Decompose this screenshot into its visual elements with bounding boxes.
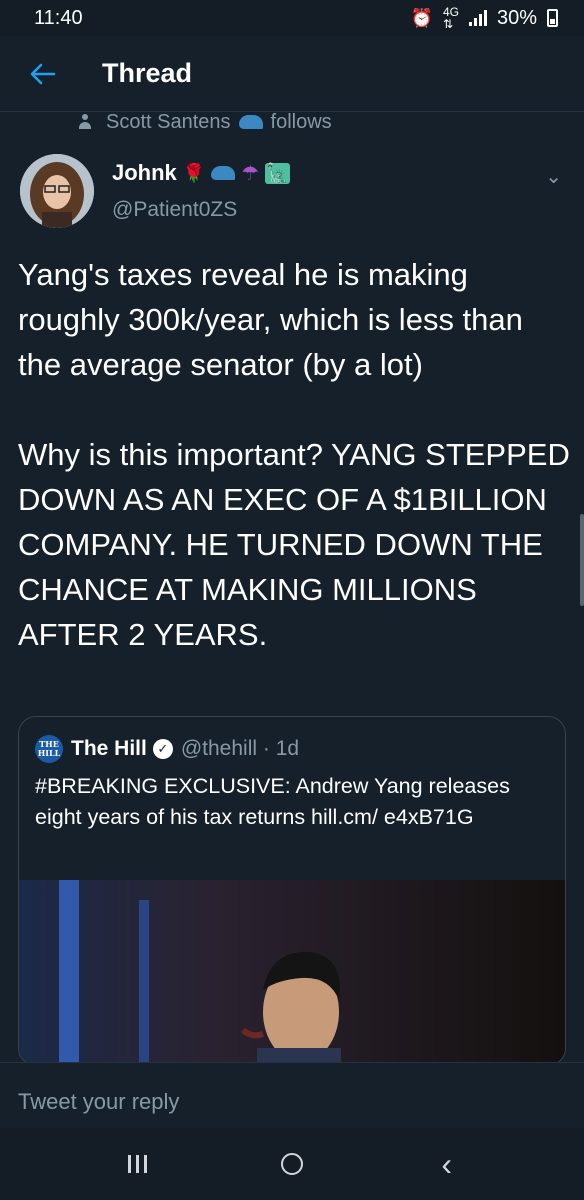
- reply-bar: [0, 1062, 584, 1129]
- tweet-text: Yang's taxes reveal he is making roughly…: [18, 257, 570, 652]
- chevron-down-icon[interactable]: ⌄: [545, 164, 562, 189]
- umbrella-emoji-icon: ☂: [241, 162, 260, 185]
- quoted-author-name: The Hill: [71, 737, 147, 760]
- system-back-button[interactable]: ‹: [407, 1134, 487, 1194]
- home-icon: [280, 1153, 303, 1175]
- page-title: Thread: [102, 58, 193, 88]
- author-name-row[interactable]: Johnk 🌹 ☂ 🗽: [112, 160, 290, 186]
- person-icon: [78, 114, 92, 130]
- recents-icon: [127, 1155, 147, 1173]
- quoted-tweet-header: THE HILL The Hill ✓ @thehill · 1d: [35, 735, 299, 763]
- system-nav-bar: ‹: [0, 1128, 584, 1200]
- rose-emoji-icon: 🌹: [182, 162, 206, 183]
- quoted-tweet[interactable]: THE HILL The Hill ✓ @thehill · 1d #BREAK…: [18, 716, 566, 1066]
- the-hill-logo: THE HILL: [35, 735, 63, 763]
- follows-label: follows: [270, 110, 332, 133]
- cap-emoji-icon: [211, 166, 236, 180]
- author-name: Johnk: [112, 160, 177, 185]
- arrow-left-icon: [30, 63, 56, 84]
- top-bar: Thread: [0, 36, 584, 112]
- social-context[interactable]: Scott Santens follows: [78, 110, 332, 134]
- signal-icon: [468, 10, 487, 26]
- data-icon: 4G ⇅: [442, 5, 459, 31]
- back-button[interactable]: [0, 36, 80, 112]
- alarm-icon: ⏰: [410, 7, 433, 28]
- battery-percent: 30%: [496, 6, 537, 29]
- scrollbar[interactable]: [580, 514, 584, 606]
- follower-name: Scott Santens: [106, 110, 231, 133]
- chevron-left-icon: ‹: [441, 1145, 452, 1182]
- status-time: 11:40: [34, 6, 83, 29]
- verified-icon: ✓: [152, 739, 173, 759]
- cap-emoji-icon: [238, 115, 263, 129]
- quoted-tweet-text: #BREAKING EXCLUSIVE: Andrew Yang release…: [35, 774, 510, 829]
- status-bar: 11:40 ⏰ 4G ⇅ 30%: [0, 0, 584, 36]
- reply-input[interactable]: [18, 1083, 566, 1129]
- quoted-tweet-image[interactable]: [19, 880, 565, 1065]
- quoted-handle-time: @thehill · 1d: [180, 737, 300, 760]
- author-handle[interactable]: @Patient0ZS: [112, 198, 237, 222]
- statue-of-liberty-emoji-icon: 🗽: [265, 162, 290, 184]
- home-button[interactable]: [252, 1134, 332, 1194]
- recents-button[interactable]: [97, 1134, 177, 1194]
- avatar[interactable]: [20, 154, 94, 228]
- battery-icon: [547, 9, 558, 27]
- tweet-author: Johnk 🌹 ☂ 🗽 @Patient0ZS ⌄: [0, 150, 584, 232]
